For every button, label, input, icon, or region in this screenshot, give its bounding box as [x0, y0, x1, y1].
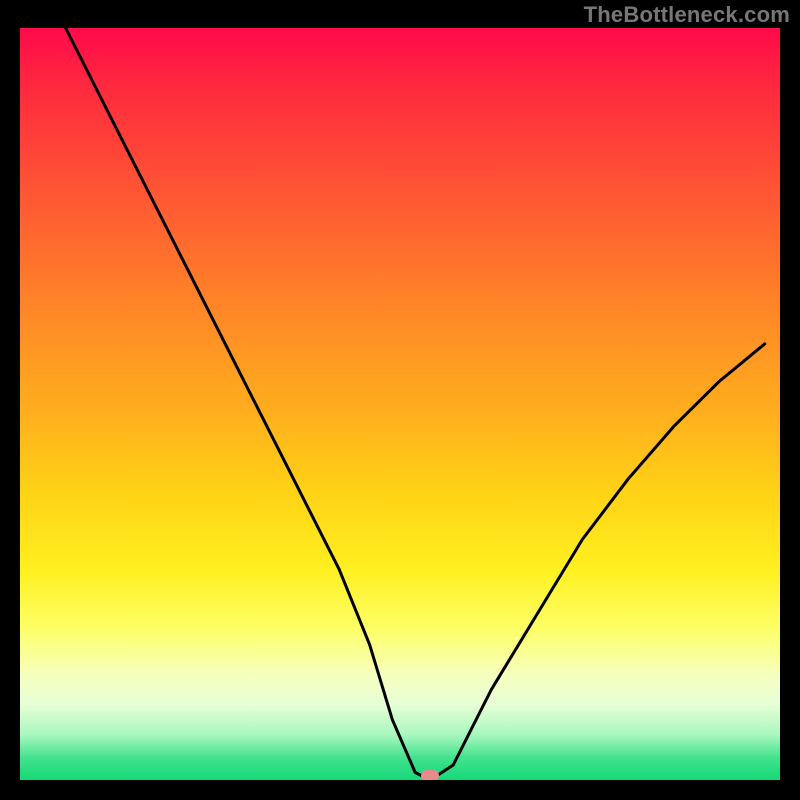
bottleneck-curve — [20, 28, 780, 780]
chart-frame: TheBottleneck.com — [0, 0, 800, 800]
optimal-point-marker — [421, 770, 439, 780]
curve-path — [66, 28, 765, 780]
plot-area — [20, 28, 780, 780]
watermark-text: TheBottleneck.com — [584, 2, 790, 28]
